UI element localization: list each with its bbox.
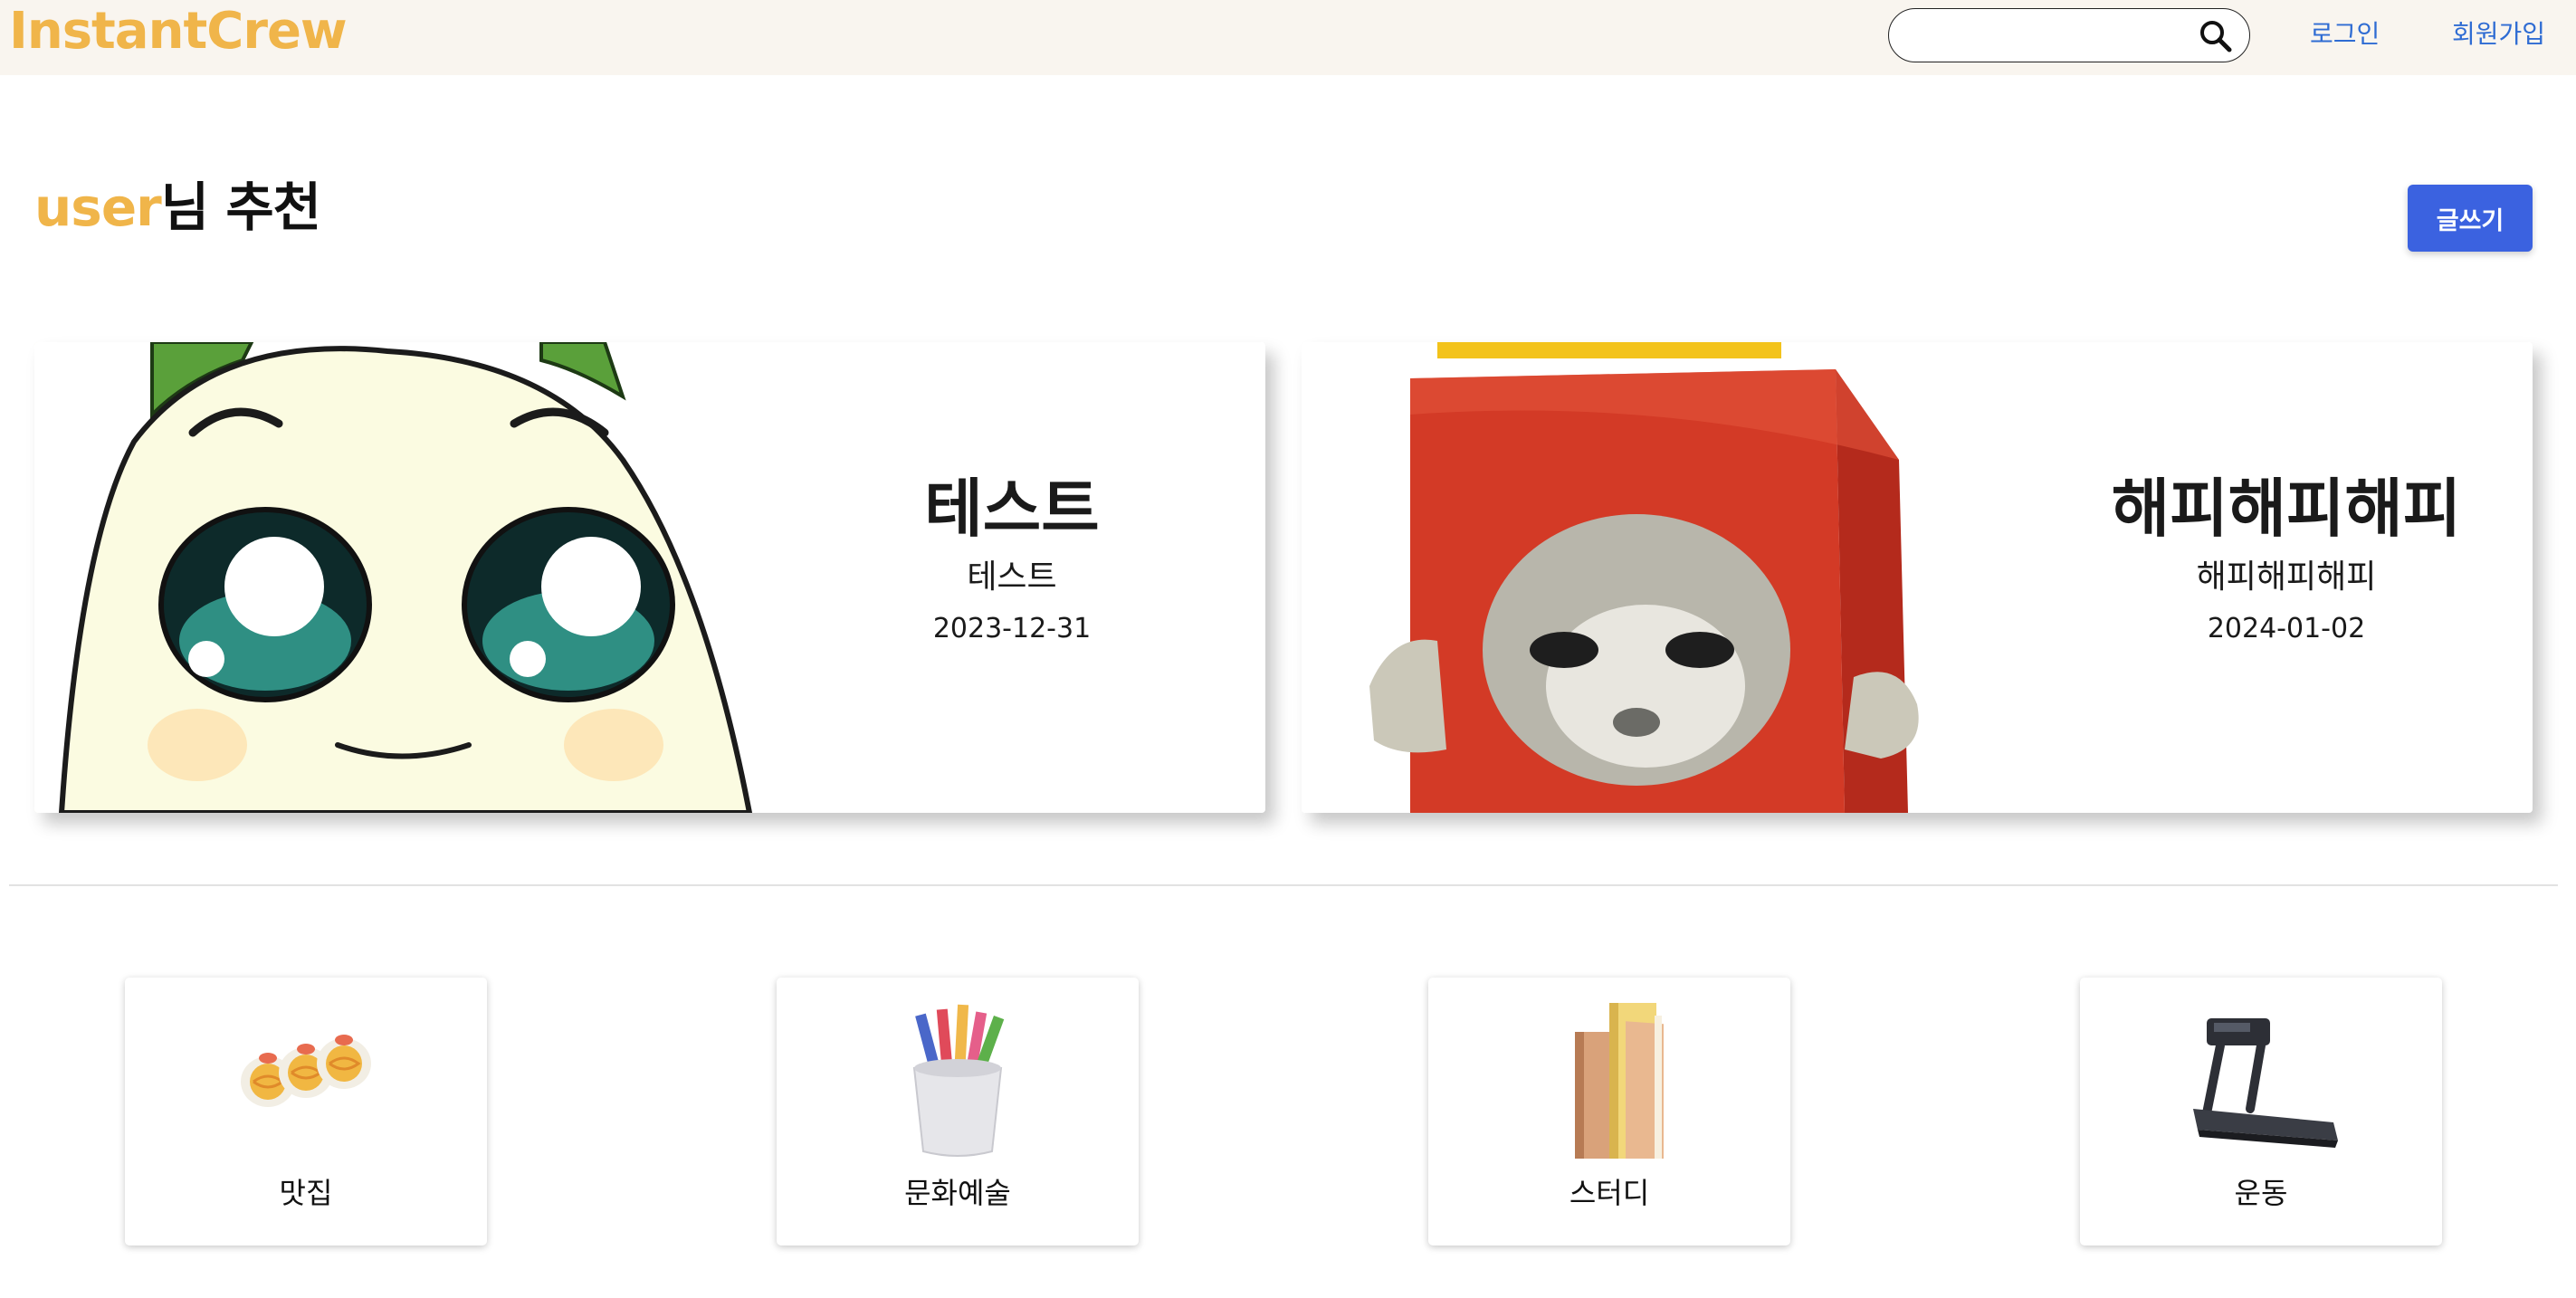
category-label: 운동 — [2234, 1176, 2288, 1210]
post-title: 해피해피해피 — [2111, 472, 2462, 546]
pencil-cup-icon — [867, 996, 1048, 1159]
post-image-cartoon — [34, 342, 758, 813]
section-divider — [9, 884, 2558, 886]
login-link[interactable]: 로그인 — [2310, 18, 2380, 51]
search-icon[interactable] — [2196, 16, 2236, 56]
post-date: 2024-01-02 — [2207, 613, 2366, 644]
sushi-icon — [215, 996, 396, 1159]
category-card-exercise[interactable]: 운동 — [2080, 978, 2442, 1246]
category-card-study[interactable]: 스터디 — [1428, 978, 1790, 1246]
site-logo[interactable]: InstantCrew — [9, 2, 348, 62]
search-input[interactable] — [1911, 16, 2200, 54]
post-title: 테스트 — [924, 472, 1100, 546]
write-post-button[interactable]: 글쓰기 — [2408, 185, 2533, 252]
category-card-culture[interactable]: 문화예술 — [777, 978, 1139, 1246]
recommend-heading: user님 추천 — [34, 174, 321, 241]
category-label: 문화예술 — [904, 1176, 1011, 1210]
post-card[interactable]: 해피해피해피 해피해피해피 2024-01-02 — [1302, 342, 2533, 813]
post-subtitle: 해피해피해피 — [2196, 558, 2377, 596]
post-image-cat-box — [1302, 342, 2040, 813]
recommend-username: user — [34, 177, 162, 238]
recommend-title-suffix: 님 추천 — [160, 177, 321, 238]
category-label: 맛집 — [279, 1176, 333, 1210]
treadmill-icon — [2171, 996, 2352, 1159]
category-label: 스터디 — [1569, 1176, 1650, 1210]
top-navigation-bar: InstantCrew 로그인 회원가입 — [0, 0, 2576, 75]
post-info: 해피해피해피 해피해피해피 2024-01-02 — [2040, 342, 2533, 813]
post-date: 2023-12-31 — [932, 613, 1092, 644]
post-info: 테스트 테스트 2023-12-31 — [758, 342, 1265, 813]
books-icon — [1519, 996, 1700, 1169]
post-card[interactable]: 테스트 테스트 2023-12-31 — [34, 342, 1265, 813]
signup-link[interactable]: 회원가입 — [2452, 18, 2545, 51]
post-subtitle: 테스트 — [967, 558, 1057, 596]
category-card-restaurant[interactable]: 맛집 — [125, 978, 487, 1246]
